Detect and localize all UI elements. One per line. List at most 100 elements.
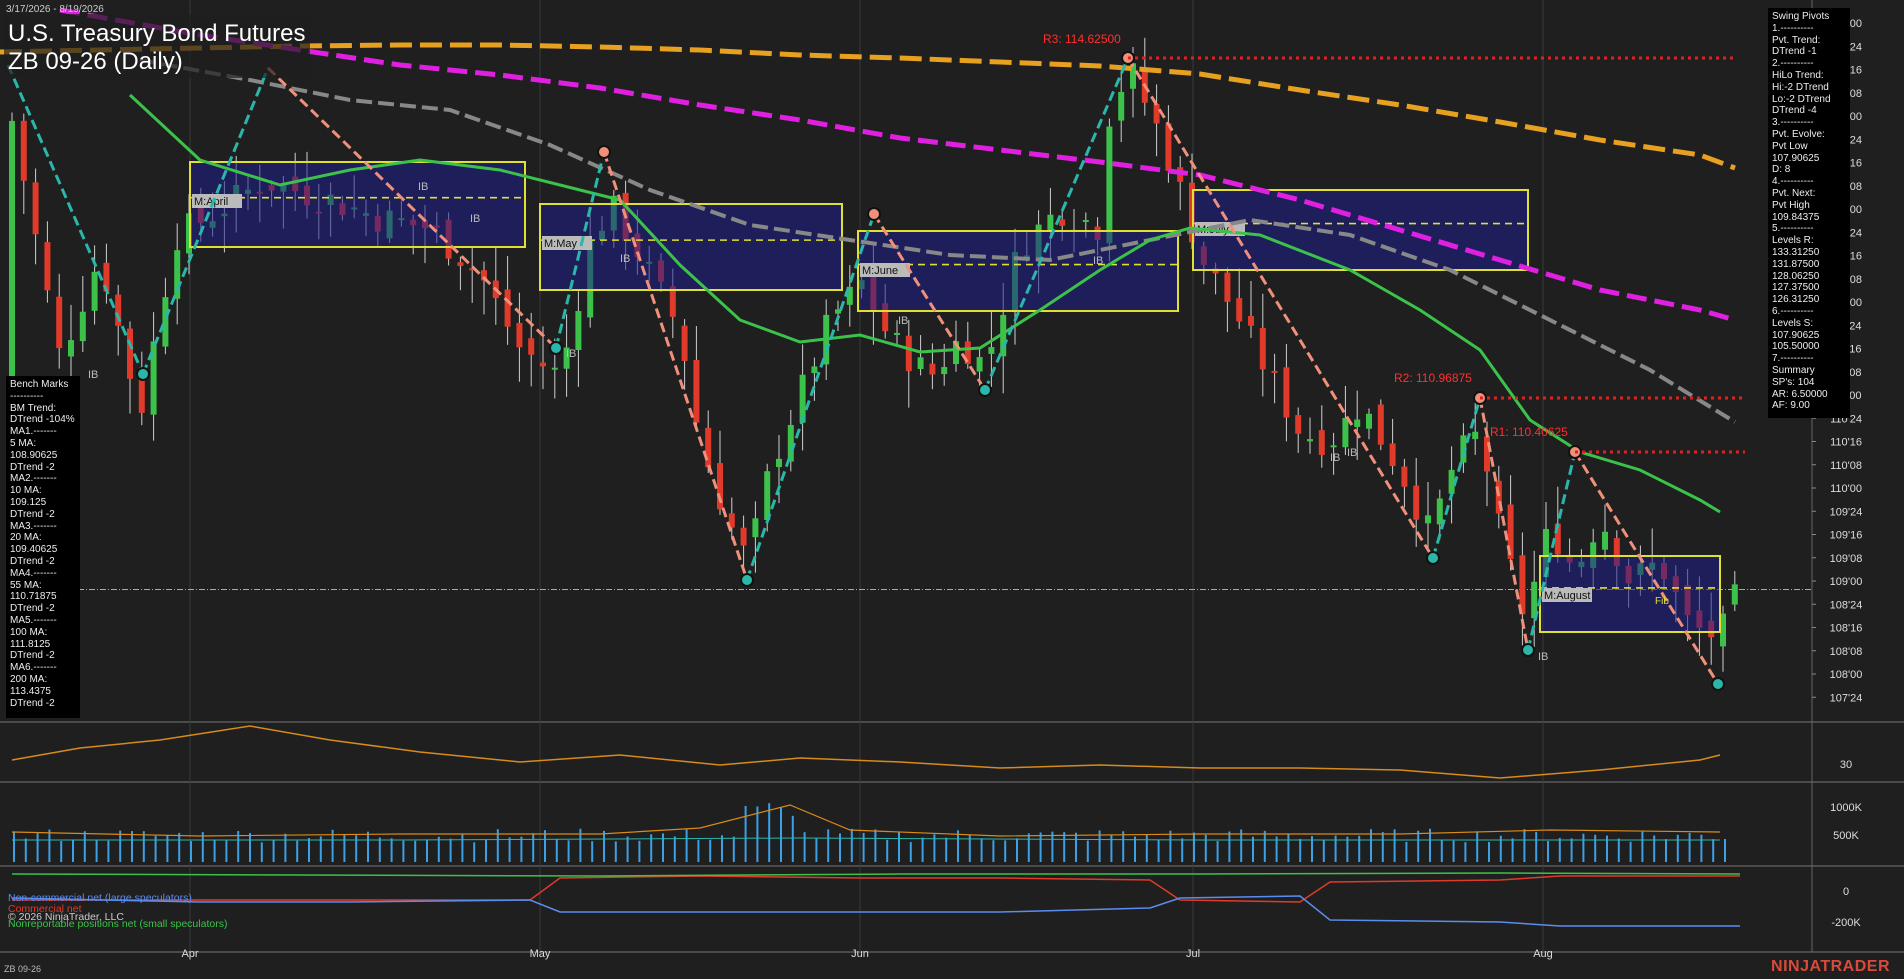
candle-body bbox=[1389, 443, 1396, 467]
swing-pivots-line: 4.---------- bbox=[1772, 176, 1814, 188]
swing-pivots-line: 127.37500 bbox=[1772, 282, 1820, 294]
candle-body bbox=[1047, 214, 1054, 232]
benchmarks-line: DTrend -2 bbox=[10, 603, 55, 615]
candle-body bbox=[20, 120, 27, 181]
candle-body bbox=[1259, 327, 1266, 370]
benchmarks-line: DTrend -104% bbox=[10, 414, 75, 426]
benchmarks-line: 10 MA: bbox=[10, 485, 42, 497]
y-tick-label: 107'24 bbox=[1830, 692, 1863, 704]
y-tick-label: 108'08 bbox=[1830, 646, 1863, 658]
benchmarks-line: DTrend -2 bbox=[10, 508, 55, 520]
pivot-marker bbox=[740, 573, 754, 587]
candle-body bbox=[752, 518, 759, 538]
candle-body bbox=[162, 297, 169, 347]
candle-body bbox=[941, 367, 948, 375]
swing-pivots-line: SP's: 104 bbox=[1772, 376, 1815, 388]
benchmarks-line: 100 MA: bbox=[10, 626, 48, 638]
candle-body bbox=[1318, 430, 1325, 455]
candle-body bbox=[68, 340, 74, 357]
candle-body bbox=[504, 289, 511, 327]
candle-body bbox=[32, 182, 39, 235]
volume-tick-label: 1000K bbox=[1830, 802, 1862, 814]
swing-pivots-line: Pvt. Evolve: bbox=[1772, 128, 1825, 140]
swing-pivots-line: D: 8 bbox=[1772, 164, 1791, 176]
benchmarks-line: DTrend -2 bbox=[10, 650, 55, 662]
candle-body bbox=[1602, 531, 1608, 550]
swing-pivots-line: Hi:-2 DTrend bbox=[1772, 81, 1829, 93]
swing-pivots-line: 5.---------- bbox=[1772, 223, 1814, 235]
candle-body bbox=[1236, 298, 1243, 322]
chart-subtitle: ZB 09-26 (Daily) bbox=[8, 48, 183, 75]
candle-body bbox=[127, 328, 133, 379]
x-tick-label-aug: Aug bbox=[1533, 948, 1553, 960]
swing-pivots-line: DTrend -1 bbox=[1772, 46, 1817, 58]
candle-body bbox=[1472, 431, 1479, 440]
ib-label: IB bbox=[620, 253, 630, 265]
swing-pivots-line: 126.31250 bbox=[1772, 294, 1820, 306]
swing-pivots-line: DTrend -4 bbox=[1772, 105, 1817, 117]
candle-body bbox=[79, 311, 86, 342]
ib-label: IB bbox=[88, 369, 98, 381]
pivot-marker bbox=[549, 341, 563, 355]
candle-body bbox=[1224, 272, 1231, 302]
candle-body bbox=[681, 325, 688, 361]
candle-body bbox=[1106, 126, 1113, 244]
candle-body bbox=[1059, 219, 1066, 226]
ib-label: IB bbox=[898, 315, 908, 327]
candle-body bbox=[1082, 220, 1089, 223]
benchmarks-line: MA4.------- bbox=[10, 567, 57, 579]
month-label: M:May bbox=[544, 238, 578, 250]
candle-body bbox=[56, 296, 63, 349]
swing-pivots-line: 2.---------- bbox=[1772, 58, 1814, 70]
month-label: M:August bbox=[1544, 590, 1590, 602]
candle-body bbox=[1425, 515, 1431, 524]
x-tick-label-apr: Apr bbox=[181, 948, 198, 960]
candle-body bbox=[929, 363, 936, 375]
x-tick-label-may: May bbox=[530, 948, 551, 960]
candle-body bbox=[1377, 404, 1384, 445]
cot-tick-label: -200K bbox=[1831, 917, 1861, 929]
swing-pivots-line: 6.---------- bbox=[1772, 305, 1814, 317]
swing-pivots-line: 109.84375 bbox=[1772, 211, 1820, 223]
swing-pivots-line: 128.06250 bbox=[1772, 270, 1820, 282]
benchmarks-line: MA3.------- bbox=[10, 520, 57, 532]
y-tick-label: 109'08 bbox=[1830, 553, 1863, 565]
resistance-label-r3: R3: 114.62500 bbox=[1043, 32, 1121, 46]
ninjatrader-logo: NINJATRADER bbox=[1771, 958, 1890, 975]
swing-pivots-line: Summary bbox=[1772, 364, 1815, 376]
candle-body bbox=[1330, 445, 1337, 448]
y-tick-label: 108'24 bbox=[1830, 599, 1863, 611]
benchmarks-line: 5 MA: bbox=[10, 437, 37, 449]
benchmarks-line: 111.8125 bbox=[10, 638, 51, 650]
candle-body bbox=[764, 471, 771, 520]
candle-body bbox=[1271, 370, 1278, 373]
swing-pivots-line: 133.31250 bbox=[1772, 246, 1820, 258]
candle-body bbox=[776, 458, 782, 468]
y-tick-label: 108'00 bbox=[1830, 669, 1863, 681]
ib-label: IB bbox=[470, 213, 480, 225]
swing-pivots-line: 1.---------- bbox=[1772, 22, 1814, 34]
candle-body bbox=[811, 366, 818, 374]
swing-pivots-line: Levels R: bbox=[1772, 235, 1814, 247]
x-tick-label-jul: Jul bbox=[1186, 948, 1200, 960]
candle-body bbox=[705, 427, 712, 468]
candle-body bbox=[905, 335, 912, 372]
y-tick-label: 109'24 bbox=[1830, 506, 1863, 518]
pivot-marker bbox=[978, 383, 992, 397]
benchmarks-line: BM Trend: bbox=[10, 402, 57, 414]
candle-body bbox=[1366, 413, 1372, 429]
benchmarks-line: ---------- bbox=[10, 390, 44, 402]
footer-symbol: ZB 09-26 bbox=[4, 964, 42, 974]
swing-pivots-line: Lo:-2 DTrend bbox=[1772, 93, 1831, 105]
swing-pivots-line: 107.90625 bbox=[1772, 329, 1820, 341]
x-tick-label-jun: Jun bbox=[851, 948, 869, 960]
pivot-marker bbox=[1426, 551, 1440, 565]
candle-body bbox=[528, 338, 535, 355]
ib-label: IB bbox=[1093, 255, 1103, 267]
benchmarks-line: 113.4375 bbox=[10, 685, 51, 697]
y-tick-label: 110'08 bbox=[1830, 460, 1862, 472]
candle-body bbox=[1731, 584, 1738, 605]
fib-label: Fib bbox=[1655, 596, 1669, 607]
ib-label: IB bbox=[1347, 447, 1357, 459]
chart-title: U.S. Treasury Bond Futures bbox=[8, 20, 306, 47]
